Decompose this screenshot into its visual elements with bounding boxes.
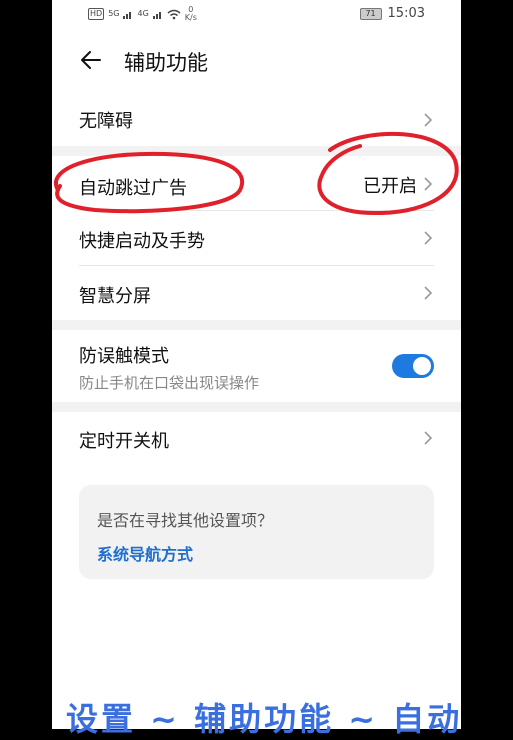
settings-item-label: 快捷启动及手势 bbox=[79, 231, 205, 252]
section-gap bbox=[52, 146, 461, 156]
video-caption: 设置 ~ 辅助功能 ~ 自动 bbox=[66, 700, 463, 738]
settings-item-label: 防误触模式 bbox=[79, 346, 169, 367]
wifi-icon bbox=[167, 9, 181, 19]
settings-item-skip-ads[interactable]: 自动跳过广告 已开启 bbox=[52, 156, 461, 210]
chevron-right-icon bbox=[424, 113, 433, 127]
signal-bars-icon bbox=[123, 12, 132, 19]
clock: 15:03 bbox=[387, 6, 425, 21]
settings-item-scheduled-power[interactable]: 定时开关机 bbox=[52, 412, 461, 466]
signal-bars-2-icon bbox=[152, 12, 161, 19]
title-bar: 辅助功能 bbox=[52, 36, 461, 84]
suggestion-link[interactable]: 系统导航方式 bbox=[97, 541, 193, 565]
section-gap bbox=[52, 320, 461, 330]
settings-item-label: 定时开关机 bbox=[79, 431, 169, 452]
settings-item-label: 智慧分屏 bbox=[79, 286, 151, 307]
hd-icon: HD bbox=[88, 8, 105, 20]
suggestion-card: 是否在寻找其他设置项？ 系统导航方式 bbox=[79, 485, 434, 579]
settings-item-value: 已开启 bbox=[363, 176, 417, 197]
settings-item-label: 无障碍 bbox=[79, 111, 133, 132]
settings-item-description: 防止手机在口袋出现误操作 bbox=[79, 374, 260, 392]
settings-item-accessibility[interactable]: 无障碍 bbox=[52, 94, 461, 146]
section-gap bbox=[52, 402, 461, 412]
status-left: HD 5G 4G 0 K/s bbox=[88, 6, 197, 22]
chevron-right-icon bbox=[424, 177, 433, 191]
status-right: 71 15:03 bbox=[359, 6, 425, 21]
settings-item-split-screen[interactable]: 智慧分屏 bbox=[52, 266, 461, 320]
page-title: 辅助功能 bbox=[124, 51, 208, 75]
settings-item-shortcuts[interactable]: 快捷启动及手势 bbox=[52, 211, 461, 265]
phone-screen: HD 5G 4G 0 K/s 71 15:03 辅助功能 无障碍 自动跳过广告 … bbox=[52, 0, 461, 729]
net-speed: 0 K/s bbox=[185, 6, 197, 22]
chevron-right-icon bbox=[424, 431, 433, 445]
mistouch-toggle[interactable] bbox=[392, 354, 434, 378]
net-speed-unit: K/s bbox=[184, 13, 197, 22]
back-arrow-icon[interactable] bbox=[78, 46, 106, 74]
suggestion-question: 是否在寻找其他设置项？ bbox=[97, 511, 274, 530]
chevron-right-icon bbox=[424, 286, 433, 300]
settings-item-label: 自动跳过广告 bbox=[79, 178, 187, 199]
battery-icon: 71 bbox=[359, 7, 382, 20]
signal-5g-icon: 5G bbox=[108, 9, 120, 18]
status-bar: HD 5G 4G 0 K/s 71 15:03 bbox=[52, 0, 461, 28]
signal-4g-icon: 4G bbox=[137, 9, 149, 18]
settings-item-mistouch: 防误触模式 防止手机在口袋出现误操作 bbox=[52, 330, 461, 402]
toggle-knob bbox=[413, 357, 431, 375]
chevron-right-icon bbox=[424, 231, 433, 245]
